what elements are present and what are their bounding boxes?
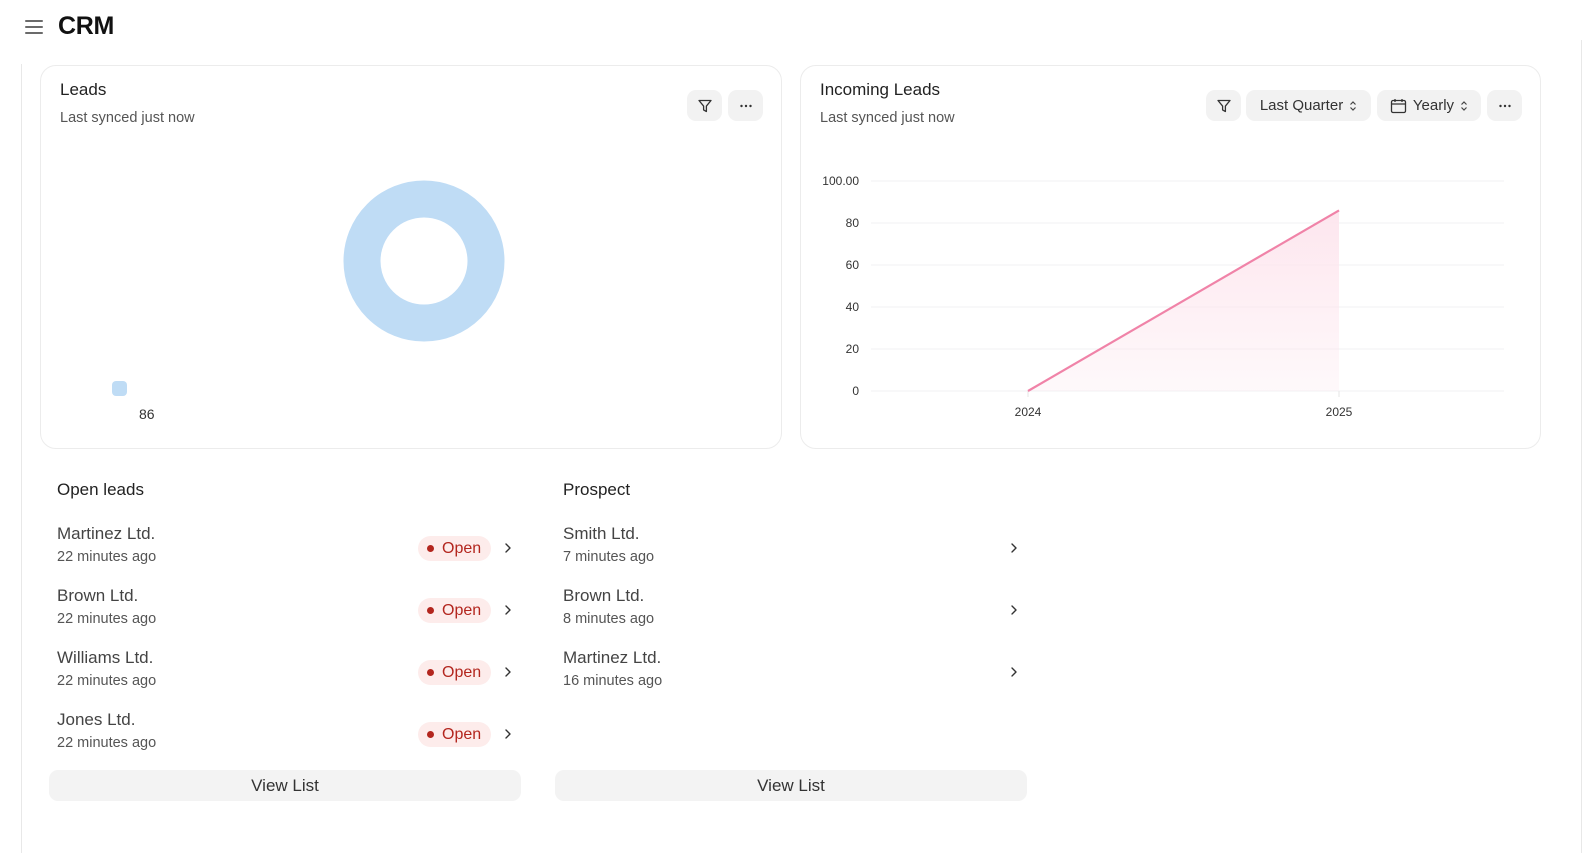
list-item[interactable]: Jones Ltd. 22 minutes ago Open	[49, 710, 521, 766]
lead-time: 22 minutes ago	[57, 735, 157, 751]
status-dot	[427, 669, 434, 676]
chevron-right-icon	[1011, 605, 1017, 615]
card-title: Leads	[60, 80, 107, 99]
legend-label: 86	[139, 406, 155, 422]
legend-swatch	[112, 381, 127, 396]
filter-button[interactable]	[687, 90, 722, 121]
status-dot	[427, 545, 434, 552]
lead-time: 22 minutes ago	[57, 673, 157, 689]
y-tick-label: 20	[846, 342, 860, 356]
more-horizontal-icon	[1498, 104, 1511, 107]
prospect-name: Brown Ltd.	[563, 586, 645, 605]
lead-name: Martinez Ltd.	[57, 524, 156, 543]
status-dot	[427, 607, 434, 614]
chevron-up-down-icon	[1350, 100, 1357, 111]
list-item[interactable]: Martinez Ltd. 22 minutes ago Open	[49, 524, 521, 580]
list-item[interactable]: Martinez Ltd. 16 minutes ago	[555, 648, 1027, 704]
y-tick-label: 80	[846, 216, 860, 230]
range-select[interactable]: Last Quarter	[1246, 90, 1371, 121]
view-list-button[interactable]: View List	[49, 770, 521, 801]
prospect-time: 16 minutes ago	[563, 673, 663, 689]
donut-chart	[343, 180, 505, 342]
chevron-right-icon	[505, 729, 511, 739]
status-badge: Open	[418, 660, 492, 685]
card-subtitle: Last synced just now	[820, 110, 955, 126]
app-title: CRM	[58, 12, 115, 40]
lead-name: Brown Ltd.	[57, 586, 139, 605]
prospect-name: Martinez Ltd.	[563, 648, 662, 667]
status-badge: Open	[418, 722, 492, 747]
x-tick-label: 2024	[1015, 405, 1042, 419]
period-select[interactable]: Yearly	[1377, 90, 1481, 121]
status-label: Open	[442, 725, 482, 743]
status-label: Open	[442, 539, 482, 557]
incoming-leads-card: Incoming Leads Last synced just now Last…	[800, 65, 1541, 449]
sidebar-divider	[21, 64, 22, 853]
list-item[interactable]: Brown Ltd. 22 minutes ago Open	[49, 586, 521, 642]
list-item[interactable]: Brown Ltd. 8 minutes ago	[555, 586, 1027, 642]
status-label: Open	[442, 601, 482, 619]
donut-slice	[343, 180, 505, 342]
status-dot	[427, 731, 434, 738]
list-item[interactable]: Williams Ltd. 22 minutes ago Open	[49, 648, 521, 704]
chevron-right-icon	[505, 543, 511, 553]
filter-button[interactable]	[1206, 90, 1241, 121]
hamburger-icon[interactable]	[25, 19, 43, 35]
y-tick-label: 60	[846, 258, 860, 272]
more-button[interactable]	[728, 90, 763, 121]
filter-icon	[697, 99, 712, 112]
calendar-icon	[1390, 98, 1407, 113]
section-title: Open leads	[57, 480, 144, 499]
chevron-right-icon	[1011, 543, 1017, 553]
chevron-right-icon	[505, 667, 511, 677]
card-subtitle: Last synced just now	[60, 110, 195, 126]
range-select-value: Last Quarter	[1259, 97, 1344, 114]
y-tick-label: 40	[846, 300, 860, 314]
prospect-time: 7 minutes ago	[563, 549, 655, 565]
scrollbar-track[interactable]	[1581, 40, 1582, 853]
period-select-value: Yearly	[1412, 97, 1455, 114]
chevron-up-down-icon	[1461, 100, 1467, 111]
prospect-name: Smith Ltd.	[563, 524, 640, 543]
status-badge: Open	[418, 598, 492, 623]
card-title: Incoming Leads	[820, 80, 941, 99]
incoming-leads-chart: 0 20 40 60 80 100.00 2024 2025	[822, 174, 1504, 419]
status-badge: Open	[418, 536, 492, 561]
section-title: Prospect	[563, 480, 631, 499]
list-item[interactable]: Smith Ltd. 7 minutes ago	[555, 524, 1027, 580]
y-tick-label: 0	[852, 384, 859, 398]
chevron-right-icon	[1011, 667, 1017, 677]
filter-icon	[1216, 99, 1231, 112]
leads-card: Leads Last synced just now 86	[40, 65, 782, 449]
lead-time: 22 minutes ago	[57, 549, 157, 565]
view-list-button[interactable]: View List	[555, 770, 1027, 801]
x-tick-label: 2025	[1326, 405, 1353, 419]
more-button[interactable]	[1487, 90, 1522, 121]
lead-name: Jones Ltd.	[57, 710, 136, 729]
more-horizontal-icon	[739, 104, 752, 107]
chevron-right-icon	[505, 605, 511, 615]
top-bar: CRM	[0, 0, 1590, 56]
y-tick-label: 100.00	[822, 174, 859, 188]
status-label: Open	[442, 663, 482, 681]
prospect-time: 8 minutes ago	[563, 611, 655, 627]
lead-name: Williams Ltd.	[57, 648, 154, 667]
lead-time: 22 minutes ago	[57, 611, 157, 627]
